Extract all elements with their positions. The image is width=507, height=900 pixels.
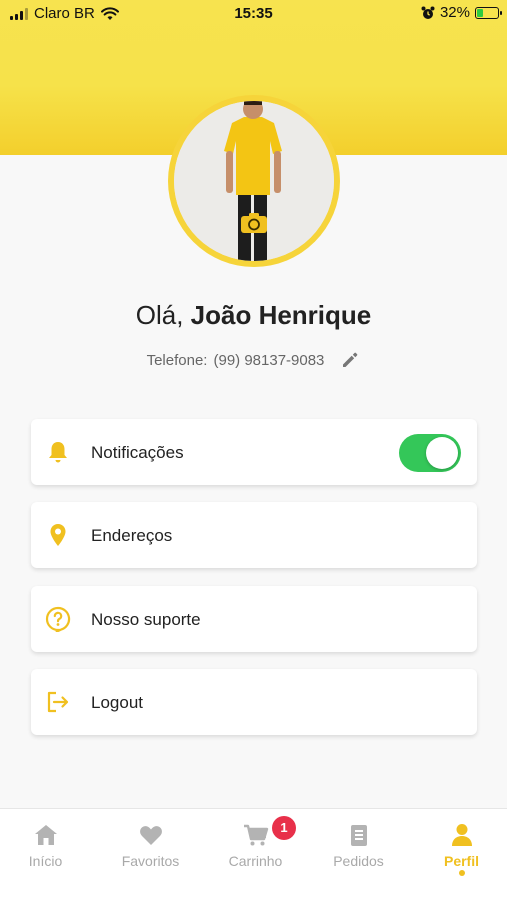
menu-label: Notificações: [91, 443, 184, 462]
home-icon: [34, 825, 57, 845]
avatar-photo: [174, 101, 334, 261]
tab-label: Perfil: [443, 853, 479, 869]
cart-badge: 1: [272, 816, 296, 840]
tab-label: Favoritos: [121, 853, 180, 869]
avatar-ring: [168, 95, 340, 267]
menu-label: Logout: [91, 693, 143, 712]
tab-favorites[interactable]: Favoritos: [100, 823, 201, 869]
cart-icon: [243, 824, 268, 846]
location-pin-icon: [50, 524, 66, 546]
tab-label: Pedidos: [333, 853, 384, 869]
heart-icon: [139, 826, 162, 845]
help-chat-icon: [45, 606, 71, 632]
active-tab-indicator: [459, 870, 465, 876]
tab-label: Início: [28, 853, 63, 869]
status-bar: Claro BR 15:35 32%: [0, 0, 507, 28]
logout-icon: [47, 691, 69, 713]
menu-item-logout[interactable]: Logout: [31, 669, 477, 735]
avatar[interactable]: [174, 101, 334, 261]
bottom-tab-bar: Início Favoritos Carrinho Pedidos Perfil: [0, 808, 507, 900]
greeting-prefix: Olá,: [135, 300, 184, 330]
notifications-toggle[interactable]: [399, 434, 461, 472]
menu-label: Nosso suporte: [91, 610, 201, 629]
menu-item-notifications[interactable]: Notificações: [31, 419, 477, 485]
pencil-icon[interactable]: [340, 350, 360, 370]
phone-number: (99) 98137-9083: [213, 351, 325, 369]
alarm-icon: [421, 6, 435, 19]
camera-icon[interactable]: [240, 212, 268, 234]
status-right: 32%: [421, 4, 502, 21]
phone-label: Telefone:: [146, 351, 208, 369]
menu-item-addresses[interactable]: Endereços: [31, 502, 477, 568]
person-icon: [451, 824, 472, 846]
bell-icon: [49, 442, 67, 463]
tab-home[interactable]: Início: [0, 823, 96, 869]
phone-row: Telefone: (99) 98137-9083: [0, 350, 507, 370]
tab-profile[interactable]: Perfil: [411, 823, 507, 869]
toggle-knob: [426, 437, 458, 469]
menu-label: Endereços: [91, 526, 173, 545]
user-name: João Henrique: [190, 300, 372, 330]
greeting-heading: Olá, João Henrique: [0, 300, 507, 331]
battery-level-fill: [477, 8, 484, 17]
battery-percent: 32%: [439, 4, 470, 21]
tab-label: Carrinho: [228, 853, 283, 869]
menu-item-support[interactable]: Nosso suporte: [31, 586, 477, 652]
tab-orders[interactable]: Pedidos: [308, 823, 409, 869]
battery-icon: [475, 6, 502, 19]
orders-icon: [350, 825, 367, 846]
